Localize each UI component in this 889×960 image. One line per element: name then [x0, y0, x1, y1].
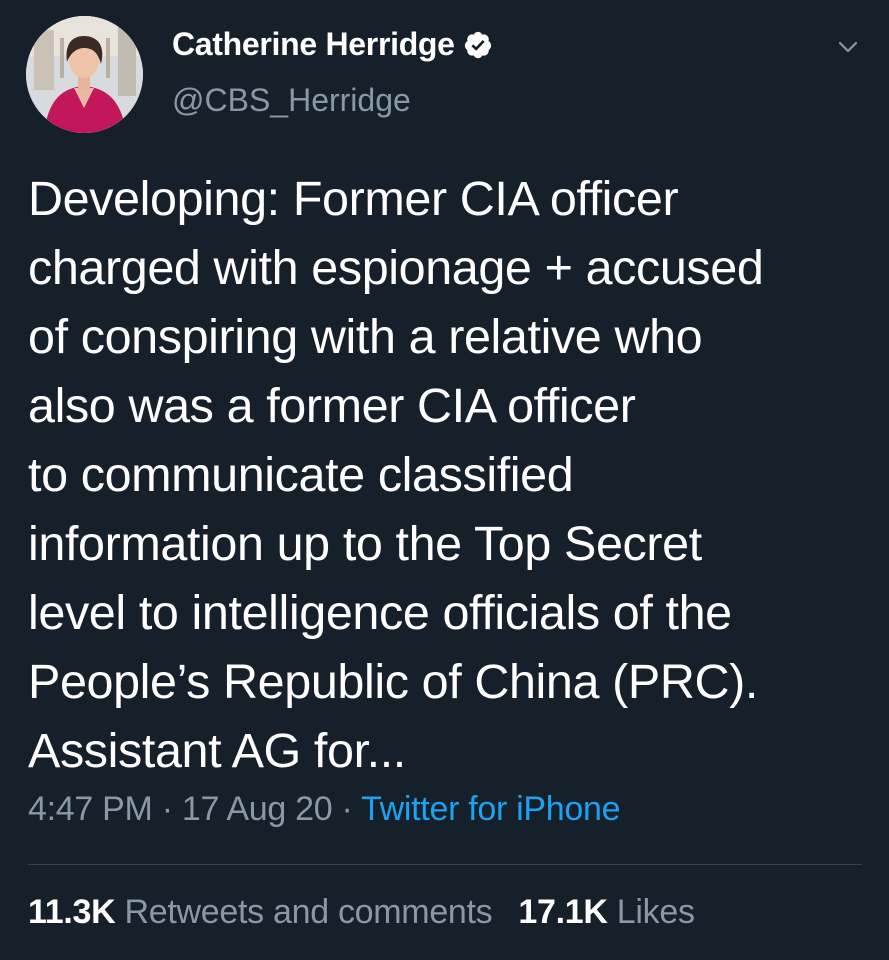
- retweets-count: 11.3K: [28, 893, 116, 931]
- avatar-photo: [26, 16, 143, 133]
- retweets-stat[interactable]: 11.3K Retweets and comments: [28, 893, 493, 932]
- tweet-text: Developing: Former CIA officer charged w…: [28, 172, 764, 778]
- likes-label: Likes: [616, 893, 695, 931]
- verified-badge-icon: [464, 31, 491, 58]
- avatar[interactable]: [26, 16, 143, 133]
- author-name-row[interactable]: Catherine Herridge: [172, 26, 493, 63]
- likes-stat[interactable]: 17.1K Likes: [518, 893, 695, 932]
- chevron-down-icon[interactable]: [837, 36, 859, 58]
- tweet-metadata: 4:47 PM · 17 Aug 20 · Twitter for iPhone: [28, 790, 621, 829]
- retweets-label: Retweets and comments: [124, 893, 493, 931]
- tweet-source-link[interactable]: Twitter for iPhone: [361, 790, 620, 828]
- author-display-name[interactable]: Catherine Herridge: [172, 26, 455, 63]
- tweet-time[interactable]: 4:47 PM: [28, 790, 153, 828]
- divider: [28, 864, 862, 865]
- tweet-date[interactable]: 17 Aug 20: [182, 790, 333, 828]
- author-handle[interactable]: @CBS_Herridge: [172, 82, 411, 119]
- meta-separator: ·: [161, 790, 173, 828]
- meta-separator: ·: [341, 790, 353, 828]
- tweet-stats: 11.3K Retweets and comments 17.1K Likes: [28, 893, 695, 932]
- likes-count: 17.1K: [518, 893, 608, 931]
